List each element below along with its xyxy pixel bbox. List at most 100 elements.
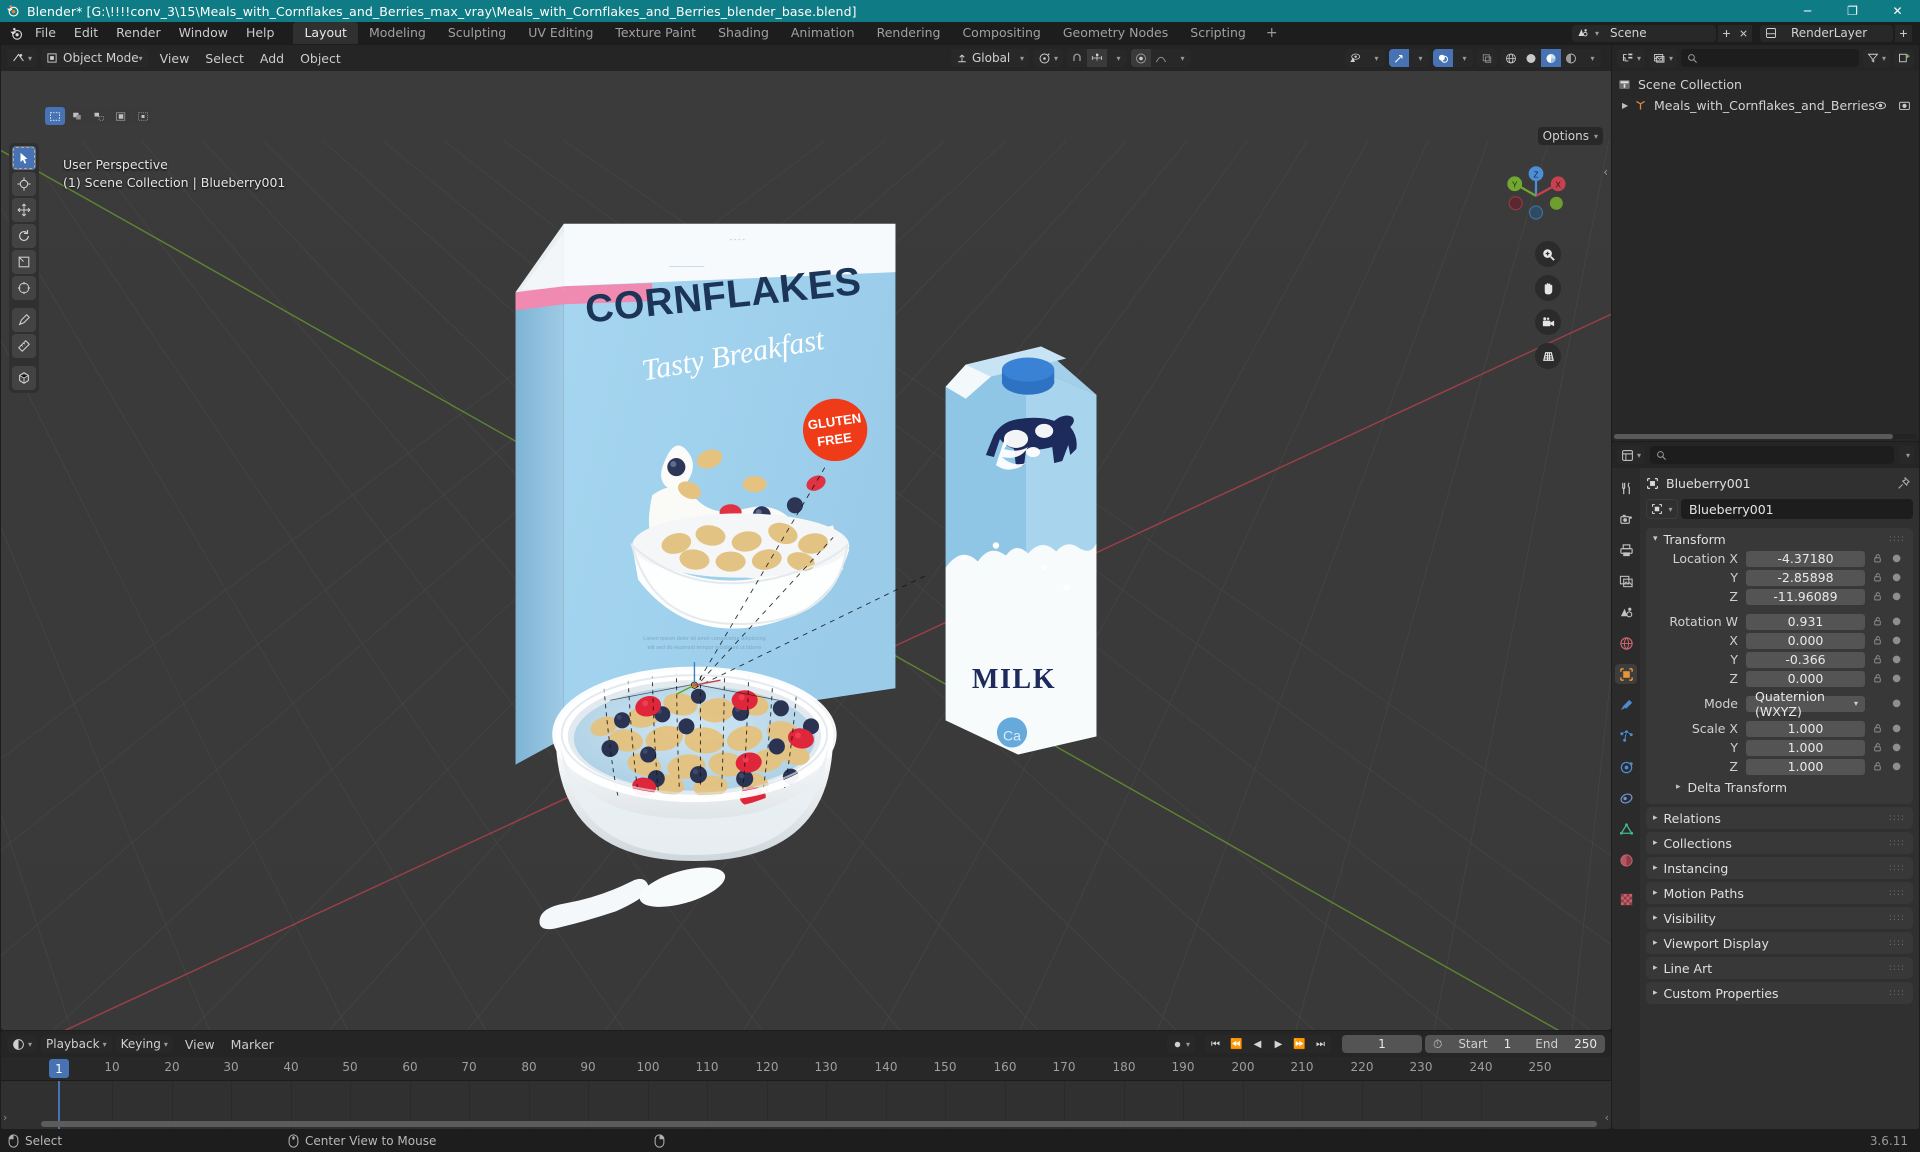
scale-z-field[interactable]: 1.000	[1746, 758, 1865, 775]
timeline-menu-keying[interactable]: Keying ▾	[115, 1035, 173, 1053]
motion-paths-panel[interactable]: ▸ Motion Paths::::	[1646, 882, 1913, 904]
close-button[interactable]: ✕	[1875, 0, 1920, 22]
visibility-panel[interactable]: ▸ Visibility::::	[1646, 907, 1913, 929]
scene-browse-button[interactable]: ▾	[1571, 24, 1604, 42]
annotate-tool[interactable]	[12, 308, 36, 332]
shading-dropdown-chevron[interactable]: ▾	[1581, 49, 1601, 67]
menu-edit[interactable]: Edit	[65, 22, 107, 44]
unlock-icon[interactable]	[1872, 673, 1883, 684]
rotation-y-field[interactable]: -0.366	[1746, 651, 1865, 668]
outliner-search-input[interactable]	[1681, 49, 1859, 67]
render-visibility-camera-icon[interactable]	[1898, 99, 1911, 112]
constraints-tab[interactable]	[1615, 788, 1637, 808]
object-tab[interactable]	[1615, 664, 1637, 684]
timeline-ruler[interactable]: 1 10 20 30 40 50 60 70 80 90 100 110 120…	[1, 1057, 1611, 1081]
rotation-mode-dropdown[interactable]: Quaternion (WXYZ) ▾	[1746, 689, 1865, 719]
jump-end-button[interactable]: ⏭	[1310, 1035, 1331, 1053]
outliner-tree[interactable]: Scene Collection ▶ Meals_with_Cornflakes…	[1612, 71, 1919, 441]
timeline-editor-type-button[interactable]: ▾	[7, 1035, 38, 1053]
new-viewlayer-button[interactable]	[1895, 24, 1912, 42]
add-workspace-button[interactable]: +	[1257, 22, 1287, 44]
tweak-select-tool[interactable]	[12, 146, 36, 170]
end-frame-value[interactable]: 250	[1566, 1035, 1605, 1053]
perspective-ortho-icon[interactable]	[1535, 343, 1561, 369]
scale-x-field[interactable]: 1.000	[1746, 720, 1865, 737]
scale-tool[interactable]	[12, 250, 36, 274]
viewport-3d[interactable]: - - - - ————— CORNFLAKES Tasty Breakfast…	[1, 45, 1611, 1030]
world-tab[interactable]	[1615, 633, 1637, 653]
rotation-z-field[interactable]: 0.000	[1746, 670, 1865, 687]
camera-view-icon[interactable]	[1535, 309, 1561, 335]
add-cube-tool[interactable]	[12, 366, 36, 390]
tab-geometry-nodes[interactable]: Geometry Nodes	[1052, 22, 1179, 44]
unlock-icon[interactable]	[1872, 553, 1883, 564]
scene-tab[interactable]	[1615, 602, 1637, 622]
filter-icon[interactable]: ▾	[1862, 49, 1890, 67]
frame-range-fields[interactable]: ⏱ Start 1 End 250	[1424, 1035, 1605, 1053]
select-intersect-icon[interactable]	[111, 107, 131, 125]
snap-dropdown-chevron[interactable]: ▾	[1107, 49, 1127, 67]
outliner-row-meals-object[interactable]: ▶ Meals_with_Cornflakes_and_Berries	[1612, 95, 1919, 116]
unlock-icon[interactable]	[1872, 572, 1883, 583]
animate-property-icon[interactable]: ●	[1892, 616, 1901, 627]
unlock-icon[interactable]	[1872, 654, 1883, 665]
gizmo-dropdown-chevron[interactable]: ▾	[1409, 49, 1429, 67]
tab-rendering[interactable]: Rendering	[866, 22, 952, 44]
select-extend-icon[interactable]	[67, 107, 87, 125]
cursor-tool[interactable]	[12, 172, 36, 196]
modifiers-tab[interactable]	[1615, 695, 1637, 715]
blender-menu-icon[interactable]	[6, 22, 26, 44]
tab-shading[interactable]: Shading	[707, 22, 780, 44]
scale-y-field[interactable]: 1.000	[1746, 739, 1865, 756]
shading-modes-group[interactable]: ▾	[1501, 49, 1601, 67]
panel-drag-handle[interactable]: ::::	[1889, 963, 1905, 973]
timeline-menu-playback[interactable]: Playback ▾	[41, 1035, 112, 1053]
object-visibility-icon[interactable]	[1345, 49, 1365, 67]
object-mode-dropdown[interactable]: Object Mode ▾	[41, 49, 148, 67]
tab-animation[interactable]: Animation	[780, 22, 866, 44]
outliner-display-mode-button[interactable]: ▾	[1649, 49, 1678, 67]
unlock-icon[interactable]	[1872, 591, 1883, 602]
next-keyframe-button[interactable]: ⏩	[1289, 1035, 1310, 1053]
tab-compositing[interactable]: Compositing	[951, 22, 1051, 44]
navigation-gizmo[interactable]: Z X Y	[1499, 157, 1573, 231]
material-preview-shading-icon[interactable]	[1541, 49, 1561, 67]
start-frame-value[interactable]: 1	[1496, 1035, 1520, 1053]
unlock-icon[interactable]	[1872, 742, 1883, 753]
visibility-group[interactable]: ▾	[1345, 49, 1385, 67]
tab-uv-editing[interactable]: UV Editing	[517, 22, 604, 44]
timeline-horizontal-scrollbar[interactable]	[41, 1121, 1597, 1127]
outliner-editor-type-button[interactable]: ▾	[1617, 49, 1646, 67]
rotation-w-field[interactable]: 0.931	[1746, 613, 1865, 630]
viewport-menu-add[interactable]: Add	[252, 51, 292, 66]
scene-name-field[interactable]: Scene	[1604, 24, 1716, 42]
viewport-display-panel[interactable]: ▸ Viewport Display::::	[1646, 932, 1913, 954]
pivot-point-dropdown[interactable]: ▾	[1032, 49, 1063, 67]
select-box-icon[interactable]	[45, 107, 65, 125]
move-tool[interactable]	[12, 198, 36, 222]
show-gizmo-icon[interactable]	[1389, 49, 1409, 67]
panel-drag-handle[interactable]: ::::	[1889, 913, 1905, 923]
timeline-body[interactable]: › ‹	[1, 1081, 1611, 1129]
select-difference-icon[interactable]	[133, 107, 153, 125]
location-x-field[interactable]: -4.37180	[1746, 550, 1865, 567]
timeline-right-scroll-arrow[interactable]: ‹	[1605, 1111, 1609, 1124]
animate-property-icon[interactable]: ●	[1892, 572, 1901, 583]
animate-property-icon[interactable]: ●	[1892, 698, 1901, 709]
chevron-down-icon[interactable]: ▾	[1653, 534, 1658, 544]
menu-render[interactable]: Render	[107, 22, 170, 44]
expand-triangle-icon[interactable]: ▶	[1622, 101, 1628, 110]
proportional-editing-group[interactable]: ▾	[1131, 49, 1191, 67]
panel-drag-handle[interactable]: ::::	[1889, 988, 1905, 998]
relations-panel[interactable]: ▸ Relations::::	[1646, 807, 1913, 829]
viewport-sidebar-toggle[interactable]: ‹	[1603, 165, 1608, 179]
timeline-left-scroll-arrow[interactable]: ›	[3, 1111, 7, 1124]
delta-transform-subpanel[interactable]: ▸ Delta Transform	[1654, 777, 1905, 797]
output-tab[interactable]	[1615, 540, 1637, 560]
transform-panel-header[interactable]: ▾ Transform ::::	[1646, 528, 1913, 550]
rotation-x-field[interactable]: 0.000	[1746, 632, 1865, 649]
rendered-shading-icon[interactable]	[1561, 49, 1581, 67]
object-id-browse-button[interactable]: ▾	[1646, 499, 1678, 519]
line-art-panel[interactable]: ▸ Line Art::::	[1646, 957, 1913, 979]
editor-type-button[interactable]: ▾	[7, 49, 38, 67]
